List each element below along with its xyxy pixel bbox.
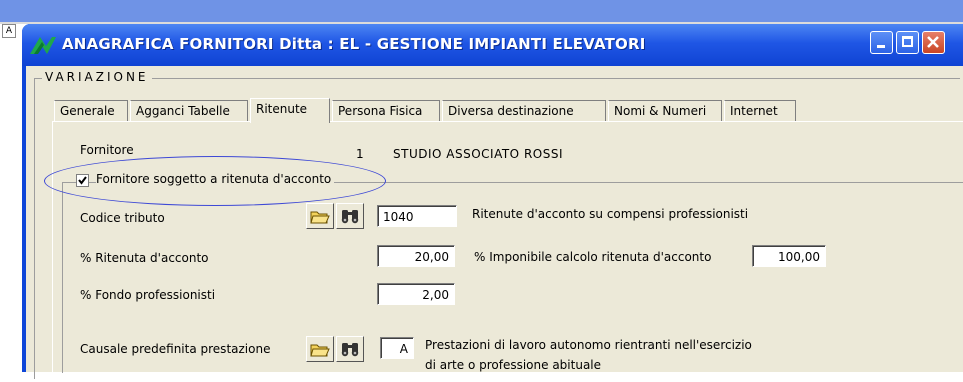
fondo-label: % Fondo professionisti xyxy=(80,288,216,302)
minimize-icon xyxy=(877,45,885,48)
title-bar[interactable]: ANAGRAFICA FORNITORI Ditta : EL - GESTIO… xyxy=(22,24,963,66)
close-icon xyxy=(927,36,939,48)
tab-generale[interactable]: Generale xyxy=(54,100,128,122)
background-app-header xyxy=(0,0,963,22)
folder-open-icon xyxy=(310,211,330,224)
tab-ritenute[interactable]: Ritenute xyxy=(250,98,330,123)
variazione-group-label: VARIAZIONE xyxy=(42,70,152,84)
codice-tributo-label: Codice tributo xyxy=(80,211,165,225)
codice-tributo-input[interactable]: 1040 xyxy=(377,205,457,227)
tab-nomi-numeri[interactable]: Nomi & Numeri xyxy=(608,100,722,122)
fornitore-name: STUDIO ASSOCIATO ROSSI xyxy=(393,147,563,161)
imponibile-input[interactable]: 100,00 xyxy=(752,245,826,267)
tab-internet[interactable]: Internet xyxy=(724,100,796,122)
codice-tributo-description: Ritenute d'acconto su compensi professio… xyxy=(472,207,749,221)
causale-label: Causale predefinita prestazione xyxy=(80,342,271,356)
minimize-button[interactable] xyxy=(870,31,893,54)
ritenuta-acconto-label: % Ritenuta d'acconto xyxy=(80,251,209,265)
app-logo-icon xyxy=(30,37,56,54)
maximize-icon xyxy=(902,36,913,47)
causale-input[interactable]: A xyxy=(380,337,414,359)
imponibile-label: % Imponibile calcolo ritenuta d'acconto xyxy=(474,250,712,264)
binoculars-icon xyxy=(341,210,359,224)
background-window-label: A xyxy=(2,24,16,38)
close-button[interactable] xyxy=(922,31,945,54)
causale-search-button[interactable] xyxy=(336,336,364,362)
window-title: ANAGRAFICA FORNITORI Ditta : EL - GESTIO… xyxy=(62,35,646,53)
tab-agganci-tabelle[interactable]: Agganci Tabelle xyxy=(130,100,248,122)
ritenuta-acconto-input[interactable]: 20,00 xyxy=(377,245,455,267)
codice-tributo-search-button[interactable] xyxy=(336,203,364,229)
binoculars-icon xyxy=(341,343,359,357)
tab-diversa-destinazione[interactable]: Diversa destinazione xyxy=(442,100,606,122)
maximize-button[interactable] xyxy=(896,31,919,54)
causale-description-line2: di arte o professione abituale xyxy=(425,358,602,372)
causale-open-button[interactable] xyxy=(306,336,334,362)
fornitore-label: Fornitore xyxy=(80,143,134,157)
annotation-ellipse xyxy=(44,156,386,206)
fornitore-code: 1 xyxy=(356,147,364,161)
tab-persona-fisica[interactable]: Persona Fisica xyxy=(332,100,440,122)
fondo-input[interactable]: 2,00 xyxy=(377,283,455,305)
causale-description-line1: Prestazioni di lavoro autonomo rientrant… xyxy=(425,338,752,352)
codice-tributo-open-button[interactable] xyxy=(306,203,334,229)
folder-open-icon xyxy=(310,344,330,357)
